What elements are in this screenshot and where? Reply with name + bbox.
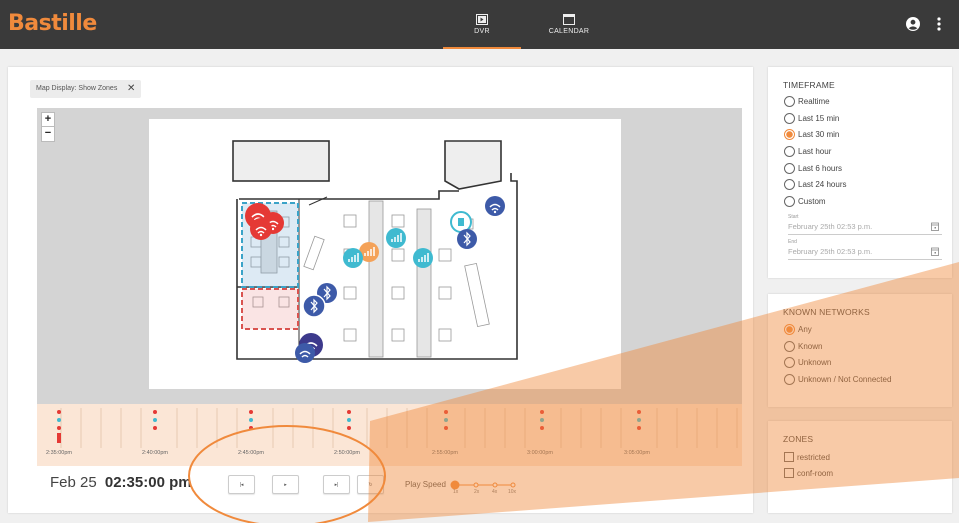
- timeline-track: [57, 408, 738, 448]
- zone-checkbox-restricted[interactable]: restricted: [784, 452, 830, 464]
- floor-plan-drawing: [232, 140, 518, 363]
- speed-option-4x[interactable]: 4x: [492, 489, 497, 495]
- speed-option-10x[interactable]: 10x: [508, 489, 516, 495]
- app-logo: Bastille: [8, 11, 97, 36]
- zone-checkbox-conf-room[interactable]: conf-room: [784, 468, 833, 480]
- bars-marker[interactable]: [343, 248, 363, 268]
- timeframe-option-last-6-hours[interactable]: Last 6 hours: [784, 163, 842, 175]
- more-vert-icon[interactable]: [937, 17, 941, 31]
- skip-back-button[interactable]: |◂: [228, 475, 255, 494]
- speed-option-2x[interactable]: 2x: [474, 489, 479, 495]
- bars-marker[interactable]: [413, 248, 433, 268]
- timeframe-option-last-15-min[interactable]: Last 15 min: [784, 113, 839, 125]
- start-date-field[interactable]: February 25th 02:53 p.m.: [788, 221, 942, 235]
- calendar-icon[interactable]: [931, 247, 939, 256]
- filter-chip: Map Display: Show Zones ✕: [30, 80, 142, 98]
- timeline-label: 2:55:00pm: [432, 450, 458, 456]
- device-marker[interactable]: [450, 211, 472, 233]
- timeframe-option-last-30-min[interactable]: Last 30 min: [784, 129, 839, 141]
- play-square-icon: [476, 14, 488, 25]
- known-networks-panel: KNOWN NETWORKS Any Known Unknown Unknown…: [768, 294, 952, 407]
- timeline-markers: [57, 410, 641, 443]
- play-button[interactable]: ▸: [272, 475, 299, 494]
- tab-dvr-label: DVR: [474, 28, 490, 35]
- end-date-field[interactable]: February 25th 02:53 p.m.: [788, 246, 942, 260]
- end-label: End: [788, 239, 797, 245]
- bluetooth-marker[interactable]: [457, 229, 477, 249]
- timeline-label: 3:00:00pm: [527, 450, 553, 456]
- top-bar: Bastille DVR CALENDAR: [0, 0, 959, 49]
- tab-calendar[interactable]: CALENDAR: [530, 0, 608, 49]
- timeframe-option-last-hour[interactable]: Last hour: [784, 146, 831, 158]
- play-speed-label: Play Speed: [405, 480, 446, 489]
- playback-time: 02:35:00 pm: [104, 474, 192, 491]
- speed-option-1x[interactable]: 1x: [453, 489, 458, 495]
- network-option-unknown[interactable]: Unknown: [784, 357, 831, 369]
- timeframe-option-realtime[interactable]: Realtime: [784, 96, 830, 108]
- bluetooth-marker[interactable]: [302, 294, 326, 318]
- known-networks-title: KNOWN NETWORKS: [783, 307, 870, 317]
- dvr-timeline[interactable]: [37, 404, 742, 466]
- account-circle-icon[interactable]: [906, 17, 920, 31]
- calendar-icon: [563, 14, 575, 25]
- tab-calendar-label: CALENDAR: [548, 28, 590, 35]
- chip-close-icon[interactable]: ✕: [127, 80, 135, 98]
- bars-marker[interactable]: [386, 228, 406, 248]
- timeline-label: 3:05:00pm: [624, 450, 650, 456]
- wifi-marker[interactable]: [295, 343, 315, 363]
- end-date-value: February 25th 02:53 p.m.: [788, 247, 873, 256]
- zoom-control: + −: [41, 112, 55, 142]
- timeline-label: 2:40:00pm: [142, 450, 168, 456]
- network-option-any[interactable]: Any: [784, 324, 812, 336]
- skip-forward-button[interactable]: ▸|: [323, 475, 350, 494]
- wifi-marker[interactable]: [485, 196, 505, 216]
- playback-datetime: Feb 25 02:35:00 pm: [50, 474, 192, 491]
- zoom-in-button[interactable]: +: [42, 113, 54, 127]
- timeline-label: 2:45:00pm: [238, 450, 264, 456]
- playback-date: Feb 25: [50, 474, 97, 491]
- zones-panel: ZONES restricted conf-room: [768, 421, 952, 513]
- floor-plan: [149, 119, 621, 389]
- start-label: Start: [788, 214, 799, 220]
- zone-restricted[interactable]: [241, 288, 299, 330]
- start-date-value: February 25th 02:53 p.m.: [788, 222, 873, 231]
- wifi-marker[interactable]: [250, 218, 272, 240]
- timeframe-option-last-24-hours[interactable]: Last 24 hours: [784, 179, 846, 191]
- replay-button[interactable]: ↻: [357, 475, 384, 494]
- timeline-label: 2:50:00pm: [334, 450, 360, 456]
- calendar-icon[interactable]: [931, 222, 939, 231]
- play-speed-slider[interactable]: [445, 475, 525, 501]
- zones-title: ZONES: [783, 434, 814, 444]
- zoom-out-button[interactable]: −: [42, 127, 54, 141]
- timeline-label: 2:35:00pm: [46, 450, 72, 456]
- timeframe-title: TIMEFRAME: [783, 80, 835, 90]
- network-option-not-connected[interactable]: Unknown / Not Connected: [784, 374, 891, 386]
- network-option-known[interactable]: Known: [784, 341, 822, 353]
- timeframe-option-custom[interactable]: Custom: [784, 196, 826, 208]
- tab-dvr[interactable]: DVR: [443, 0, 521, 49]
- timeframe-panel: TIMEFRAME Realtime Last 15 min Last 30 m…: [768, 67, 952, 278]
- filter-chip-label: Map Display: Show Zones: [36, 85, 118, 92]
